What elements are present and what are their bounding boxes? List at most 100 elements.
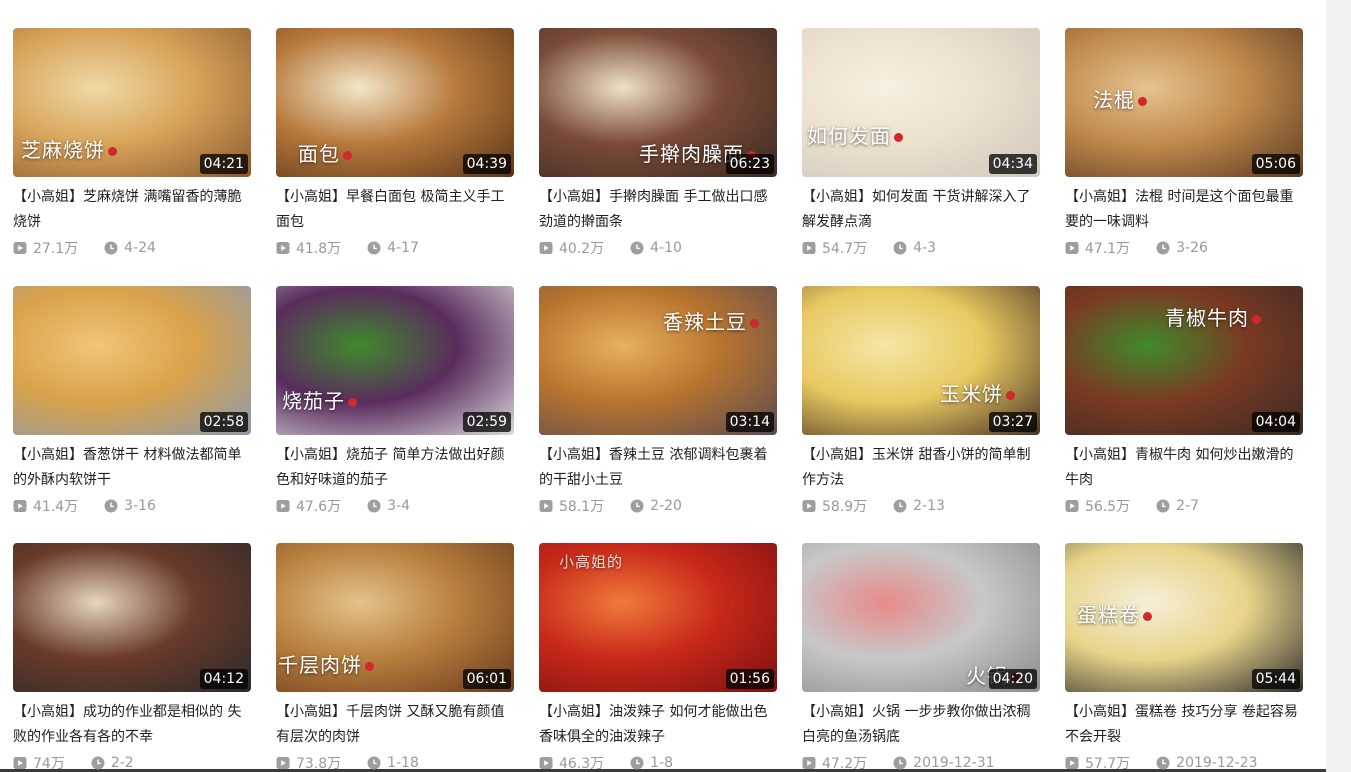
video-meta: 47.6万 3-4 (276, 496, 514, 516)
video-card[interactable]: 如何发面 04:34 【小高姐】如何发面 干货讲解深入了解发酵点滴 54.7万 4-3 (802, 28, 1040, 286)
video-thumbnail[interactable]: 04:12 (13, 543, 251, 692)
video-meta: 54.7万 4-3 (802, 238, 1040, 258)
clock-icon (893, 241, 907, 255)
video-title-link[interactable]: 【小高姐】如何发面 干货讲解深入了解发酵点滴 (802, 185, 1040, 235)
duration-badge: 02:58 (199, 411, 248, 432)
video-card[interactable]: 法棍 05:06 【小高姐】法棍 时间是这个面包最重要的一味调料 47.1万 3-26 (1065, 28, 1303, 286)
video-thumbnail[interactable]: 小高姐的 01:56 (539, 543, 777, 692)
play-count-value: 58.1万 (559, 498, 605, 515)
video-meta: 56.5万 2-7 (1065, 496, 1303, 516)
video-card[interactable]: 04:12 【小高姐】成功的作业都是相似的 失败的作业各有各的不幸 74万 2-2 (13, 543, 251, 772)
duration-badge: 04:12 (199, 669, 248, 689)
video-thumbnail[interactable]: 手擀肉臊面 06:23 (539, 28, 777, 177)
thumbnail-overlay-title: 烧茄子 (282, 385, 357, 414)
video-title-link[interactable]: 【小高姐】芝麻烧饼 满嘴留香的薄脆烧饼 (13, 185, 251, 235)
play-count-icon (13, 499, 27, 512)
video-title-link[interactable]: 【小高姐】香辣土豆 浓郁调料包裹着的干甜小土豆 (539, 443, 777, 493)
play-count-icon (539, 499, 553, 512)
play-count-value: 54.7万 (822, 241, 868, 257)
clock-icon (893, 499, 907, 512)
video-thumbnail[interactable]: 青椒牛肉 04:04 (1065, 285, 1303, 435)
video-title-link[interactable]: 【小高姐】油泼辣子 如何才能做出色香味俱全的油泼辣子 (539, 700, 777, 750)
duration-badge: 01:56 (725, 669, 774, 689)
duration-badge: 02:59 (462, 411, 511, 432)
play-count: 27.1万 (13, 238, 78, 258)
play-count: 47.6万 (276, 496, 341, 516)
publish-date-value: 2-2 (110, 755, 134, 771)
play-count-value: 47.6万 (296, 498, 342, 515)
video-thumbnail[interactable]: 千层肉饼 06:01 (276, 543, 514, 692)
play-count: 46.3万 (539, 753, 604, 772)
video-title-link[interactable]: 【小高姐】烧茄子 简单方法做出好颜色和好味道的茄子 (276, 443, 514, 493)
publish-date-value: 4-24 (124, 240, 156, 256)
video-thumbnail[interactable]: 法棍 05:06 (1065, 28, 1303, 177)
clock-icon (367, 241, 381, 255)
seal-icon (365, 662, 374, 671)
seal-icon (348, 397, 357, 407)
video-card[interactable]: 手擀肉臊面 06:23 【小高姐】手擀肉臊面 手工做出口感劲道的擀面条 40.2万 4-… (539, 28, 777, 286)
duration-badge: 05:44 (1251, 669, 1300, 689)
video-thumbnail[interactable]: 面包 04:39 (276, 28, 514, 177)
publish-date: 4-3 (893, 240, 936, 256)
video-thumbnail[interactable]: 火锅 04:20 (802, 543, 1040, 692)
video-title-link[interactable]: 【小高姐】成功的作业都是相似的 失败的作业各有各的不幸 (13, 700, 251, 750)
thumbnail-overlay-title: 玉米饼 (940, 378, 1015, 407)
video-title-link[interactable]: 【小高姐】香葱饼干 材料做法都简单的外酥内软饼干 (13, 443, 251, 493)
video-card[interactable]: 小高姐的 01:56 【小高姐】油泼辣子 如何才能做出色香味俱全的油泼辣子 46.3万… (539, 543, 777, 772)
vertical-scrollbar[interactable] (1326, 0, 1351, 772)
video-thumbnail[interactable]: 香辣土豆 03:14 (539, 285, 777, 435)
play-count-icon (276, 499, 290, 512)
video-title-link[interactable]: 【小高姐】蛋糕卷 技巧分享 卷起容易 不会开裂 (1065, 700, 1303, 750)
video-card[interactable]: 青椒牛肉 04:04 【小高姐】青椒牛肉 如何炒出嫩滑的牛肉 56.5万 2-7 (1065, 285, 1303, 544)
watermark-text: 小高姐的 (559, 553, 624, 571)
video-thumbnail[interactable]: 蛋糕卷 05:44 (1065, 543, 1303, 692)
video-title-link[interactable]: 【小高姐】法棍 时间是这个面包最重要的一味调料 (1065, 185, 1303, 235)
clock-icon (893, 756, 907, 770)
video-title-link[interactable]: 【小高姐】千层肉饼 又酥又脆有颜值有层次的肉饼 (276, 700, 514, 750)
clock-icon (630, 756, 644, 770)
video-title-link[interactable]: 【小高姐】早餐白面包 极简主义手工面包 (276, 185, 514, 235)
seal-icon (343, 151, 352, 160)
video-card[interactable]: 蛋糕卷 05:44 【小高姐】蛋糕卷 技巧分享 卷起容易 不会开裂 57.7万 2019… (1065, 543, 1303, 772)
video-thumbnail[interactable]: 烧茄子 02:59 (276, 285, 514, 435)
video-card[interactable]: 千层肉饼 06:01 【小高姐】千层肉饼 又酥又脆有颜值有层次的肉饼 73.8万 1-1… (276, 543, 514, 772)
clock-icon (104, 499, 118, 512)
publish-date: 4-10 (630, 240, 682, 256)
publish-date-value: 3-4 (387, 497, 411, 514)
thumbnail-overlay-title: 千层肉饼 (278, 649, 374, 678)
play-count-value: 47.2万 (822, 756, 868, 772)
video-title-link[interactable]: 【小高姐】手擀肉臊面 手工做出口感劲道的擀面条 (539, 185, 777, 235)
clock-icon (630, 499, 644, 512)
seal-icon (1143, 612, 1152, 621)
video-thumbnail[interactable]: 玉米饼 03:27 (802, 285, 1040, 435)
video-card[interactable]: 火锅 04:20 【小高姐】火锅 一步步教你做出浓稠白亮的鱼汤锅底 47.2万 2019… (802, 543, 1040, 772)
video-thumbnail[interactable]: 02:58 (13, 285, 251, 435)
video-thumbnail[interactable]: 如何发面 04:34 (802, 28, 1040, 177)
play-count-icon (1065, 757, 1079, 769)
video-thumbnail[interactable]: 芝麻烧饼 04:21 (13, 28, 251, 177)
video-card[interactable]: 02:58 【小高姐】香葱饼干 材料做法都简单的外酥内软饼干 41.4万 3-16 (13, 285, 251, 544)
play-count-value: 27.1万 (33, 241, 79, 257)
seal-icon (1252, 314, 1261, 324)
video-meta: 41.4万 3-16 (13, 496, 251, 516)
play-count: 47.2万 (802, 753, 867, 772)
video-card[interactable]: 芝麻烧饼 04:21 【小高姐】芝麻烧饼 满嘴留香的薄脆烧饼 27.1万 4-24 (13, 28, 251, 286)
play-count-icon (276, 757, 290, 769)
video-card[interactable]: 香辣土豆 03:14 【小高姐】香辣土豆 浓郁调料包裹着的干甜小土豆 58.1万 2-2… (539, 285, 777, 544)
publish-date-value: 1-18 (387, 755, 419, 771)
publish-date-value: 2-20 (650, 497, 682, 514)
play-count: 58.1万 (539, 496, 604, 516)
video-card[interactable]: 玉米饼 03:27 【小高姐】玉米饼 甜香小饼的简单制作方法 58.9万 2-13 (802, 285, 1040, 544)
video-title-link[interactable]: 【小高姐】玉米饼 甜香小饼的简单制作方法 (802, 443, 1040, 493)
video-title-link[interactable]: 【小高姐】火锅 一步步教你做出浓稠白亮的鱼汤锅底 (802, 700, 1040, 750)
publish-date: 1-8 (630, 755, 673, 771)
play-count-icon (13, 757, 27, 769)
video-card[interactable]: 面包 04:39 【小高姐】早餐白面包 极简主义手工面包 41.8万 4-17 (276, 28, 514, 286)
publish-date-value: 2-13 (913, 497, 945, 514)
publish-date-value: 3-16 (124, 497, 156, 514)
video-title-link[interactable]: 【小高姐】青椒牛肉 如何炒出嫩滑的牛肉 (1065, 443, 1303, 493)
video-card[interactable]: 烧茄子 02:59 【小高姐】烧茄子 简单方法做出好颜色和好味道的茄子 47.6万 3-… (276, 285, 514, 544)
video-meta: 27.1万 4-24 (13, 238, 251, 258)
duration-badge: 04:39 (462, 154, 511, 174)
play-count-icon (276, 242, 290, 254)
